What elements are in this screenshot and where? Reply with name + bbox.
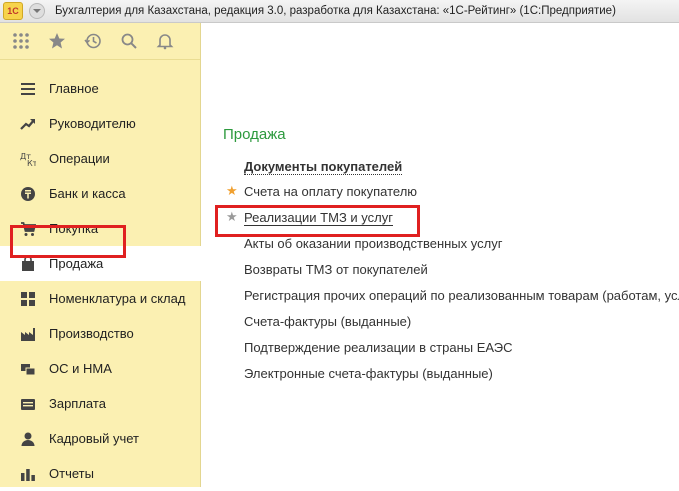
grid-icon xyxy=(20,291,36,307)
sections-nav: Главное Руководителю Дт Кт Операции Банк … xyxy=(0,71,201,491)
list-icon xyxy=(20,81,36,97)
history-icon[interactable] xyxy=(82,30,104,52)
link-customer-documents[interactable]: Документы покупателей xyxy=(244,159,403,175)
sidebar-item-label: Главное xyxy=(49,81,99,96)
sidebar-item-label: Кадровый учет xyxy=(49,431,139,446)
link-production-service-acts[interactable]: Акты об оказании производственных услуг xyxy=(244,236,502,251)
sidebar-item-label: Зарплата xyxy=(49,396,106,411)
window-title: Бухгалтерия для Казахстана, редакция 3.0… xyxy=(55,5,616,17)
sidebar-item-reports[interactable]: Отчеты xyxy=(0,456,200,491)
sidebar-item-label: Банк и касса xyxy=(49,186,126,201)
tenge-coin-icon xyxy=(20,186,36,202)
link-sales-goods-services[interactable]: Реализации ТМЗ и услуг xyxy=(244,210,393,226)
main-menu-button[interactable] xyxy=(29,3,45,19)
sidebar-item-label: Покупка xyxy=(49,221,99,236)
sidebar-item-bank[interactable]: Банк и касса xyxy=(0,176,200,211)
sidebar-item-main[interactable]: Главное xyxy=(0,71,200,106)
sidebar-item-production[interactable]: Производство xyxy=(0,316,200,351)
svg-text:Кт: Кт xyxy=(27,159,36,167)
assets-icon xyxy=(20,361,36,377)
bag-icon xyxy=(20,255,36,272)
section-panel: Продажа Документы покупателей ★ Счета на… xyxy=(201,23,679,487)
sidebar-item-nomenclature[interactable]: Номенклатура и склад xyxy=(0,281,200,316)
cart-icon xyxy=(20,221,36,237)
favorite-star-icon[interactable]: ★ xyxy=(226,184,238,198)
sidebar-item-label: ОС и НМА xyxy=(49,361,112,376)
sidebar-item-label: Руководителю xyxy=(49,116,136,131)
bell-icon[interactable] xyxy=(154,30,176,52)
sidebar-item-manager[interactable]: Руководителю xyxy=(0,106,200,141)
bar-chart-icon xyxy=(20,466,36,482)
sidebar-item-label: Операции xyxy=(49,151,110,166)
link-electronic-invoices[interactable]: Электронные счета-фактуры (выданные) xyxy=(244,366,493,381)
link-issued-invoices[interactable]: Счета-фактуры (выданные) xyxy=(244,314,411,329)
link-returns-from-customers[interactable]: Возвраты ТМЗ от покупателей xyxy=(244,262,428,277)
sidebar: Главное Руководителю Дт Кт Операции Банк … xyxy=(0,23,201,487)
sidebar-item-operations[interactable]: Дт Кт Операции xyxy=(0,141,200,176)
quick-toolbar xyxy=(0,23,200,60)
star-icon[interactable]: ★ xyxy=(226,210,238,224)
sidebar-item-hr[interactable]: Кадровый учет xyxy=(0,421,200,456)
dt-kt-icon: Дт Кт xyxy=(20,151,36,167)
sidebar-item-salary[interactable]: Зарплата xyxy=(0,386,200,421)
trend-icon xyxy=(20,116,36,132)
sidebar-item-label: Производство xyxy=(49,326,134,341)
sidebar-item-assets[interactable]: ОС и НМА xyxy=(0,351,200,386)
app-logo-icon: 1С xyxy=(3,2,23,20)
search-icon[interactable] xyxy=(118,30,140,52)
link-eaeu-sales-confirmation[interactable]: Подтверждение реализации в страны ЕАЭС xyxy=(244,340,513,355)
wallet-icon xyxy=(20,396,36,412)
title-bar: 1С Бухгалтерия для Казахстана, редакция … xyxy=(0,0,679,23)
apps-grid-icon[interactable] xyxy=(10,30,32,52)
section-title: Продажа xyxy=(223,126,286,143)
link-other-operations-registration[interactable]: Регистрация прочих операций по реализова… xyxy=(244,288,679,303)
link-invoices-to-customers[interactable]: Счета на оплату покупателю xyxy=(244,184,417,199)
person-icon xyxy=(20,431,36,447)
sidebar-item-label: Отчеты xyxy=(49,466,94,481)
sidebar-item-label: Номенклатура и склад xyxy=(49,291,186,306)
star-icon[interactable] xyxy=(46,30,68,52)
factory-icon xyxy=(20,326,36,342)
sidebar-item-purchase[interactable]: Покупка xyxy=(0,211,200,246)
sidebar-item-sales[interactable]: Продажа xyxy=(0,246,201,281)
sidebar-item-label: Продажа xyxy=(49,256,104,271)
